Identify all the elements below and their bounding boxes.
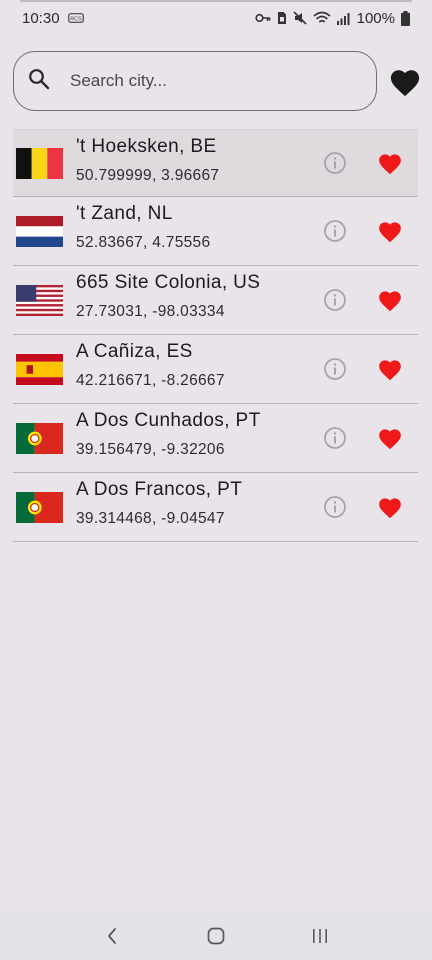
system-navigation-bar bbox=[0, 912, 432, 960]
city-row[interactable]: A Cañiza, ES 42.216671, -8.26667 bbox=[13, 335, 418, 404]
city-name: A Dos Francos, PT bbox=[76, 479, 243, 500]
city-name: 665 Site Colonia, US bbox=[76, 272, 261, 293]
city-row[interactable]: 665 Site Colonia, US 27.73031, -98.03334 bbox=[13, 266, 418, 335]
search-box[interactable] bbox=[13, 51, 377, 111]
wifi-icon bbox=[313, 11, 331, 25]
city-coordinates: 39.156479, -9.32206 bbox=[76, 441, 225, 458]
search-row bbox=[13, 51, 423, 111]
info-icon[interactable] bbox=[323, 357, 347, 381]
city-row[interactable]: 't Zand, NL 52.83667, 4.75556 bbox=[13, 197, 418, 266]
info-icon[interactable] bbox=[323, 495, 347, 519]
signal-icon bbox=[336, 12, 351, 25]
city-coordinates: 39.314468, -9.04547 bbox=[76, 510, 225, 527]
favorite-heart-icon[interactable] bbox=[377, 151, 403, 175]
city-row[interactable]: A Dos Cunhados, PT 39.156479, -9.32206 bbox=[13, 404, 418, 473]
belgium-flag bbox=[16, 147, 63, 179]
usa-flag bbox=[16, 284, 63, 316]
info-icon[interactable] bbox=[323, 219, 347, 243]
favorite-heart-icon[interactable] bbox=[377, 426, 403, 450]
city-name: A Cañiza, ES bbox=[76, 341, 193, 362]
mute-icon bbox=[293, 11, 307, 25]
info-icon[interactable] bbox=[323, 288, 347, 312]
city-coordinates: 52.83667, 4.75556 bbox=[76, 234, 211, 251]
portugal-flag bbox=[16, 422, 63, 454]
info-icon[interactable] bbox=[323, 426, 347, 450]
spain-flag bbox=[16, 353, 63, 385]
status-bar: 10:30 RCS 100% bbox=[0, 0, 432, 36]
battery-icon bbox=[401, 10, 410, 26]
portugal-flag bbox=[16, 491, 63, 523]
favorites-filter-button[interactable] bbox=[388, 64, 422, 98]
rcs-icon: RCS bbox=[67, 13, 84, 23]
favorite-heart-icon[interactable] bbox=[377, 219, 403, 243]
status-time: 10:30 bbox=[22, 9, 60, 27]
city-list: 't Hoeksken, BE 50.799999, 3.96667 't Za… bbox=[13, 129, 418, 542]
city-name: 't Zand, NL bbox=[76, 203, 173, 224]
netherlands-flag bbox=[16, 215, 63, 247]
heart-icon bbox=[390, 69, 420, 96]
city-name: 't Hoeksken, BE bbox=[76, 136, 217, 157]
city-row[interactable]: 't Hoeksken, BE 50.799999, 3.96667 bbox=[13, 129, 418, 197]
key-icon bbox=[255, 12, 271, 24]
sim-icon bbox=[277, 11, 287, 25]
search-input[interactable] bbox=[70, 71, 340, 91]
favorite-heart-icon[interactable] bbox=[377, 495, 403, 519]
info-icon[interactable] bbox=[323, 151, 347, 175]
recents-icon[interactable] bbox=[300, 916, 340, 956]
back-icon[interactable] bbox=[92, 916, 132, 956]
city-coordinates: 50.799999, 3.96667 bbox=[76, 167, 220, 184]
favorite-heart-icon[interactable] bbox=[377, 357, 403, 381]
city-row[interactable]: A Dos Francos, PT 39.314468, -9.04547 bbox=[13, 473, 418, 542]
svg-text:RCS: RCS bbox=[70, 16, 82, 22]
city-coordinates: 42.216671, -8.26667 bbox=[76, 372, 225, 389]
battery-percent: 100% bbox=[356, 9, 395, 27]
search-icon bbox=[28, 68, 50, 95]
favorite-heart-icon[interactable] bbox=[377, 288, 403, 312]
city-coordinates: 27.73031, -98.03334 bbox=[76, 303, 225, 320]
city-name: A Dos Cunhados, PT bbox=[76, 410, 261, 431]
home-icon[interactable] bbox=[196, 916, 236, 956]
